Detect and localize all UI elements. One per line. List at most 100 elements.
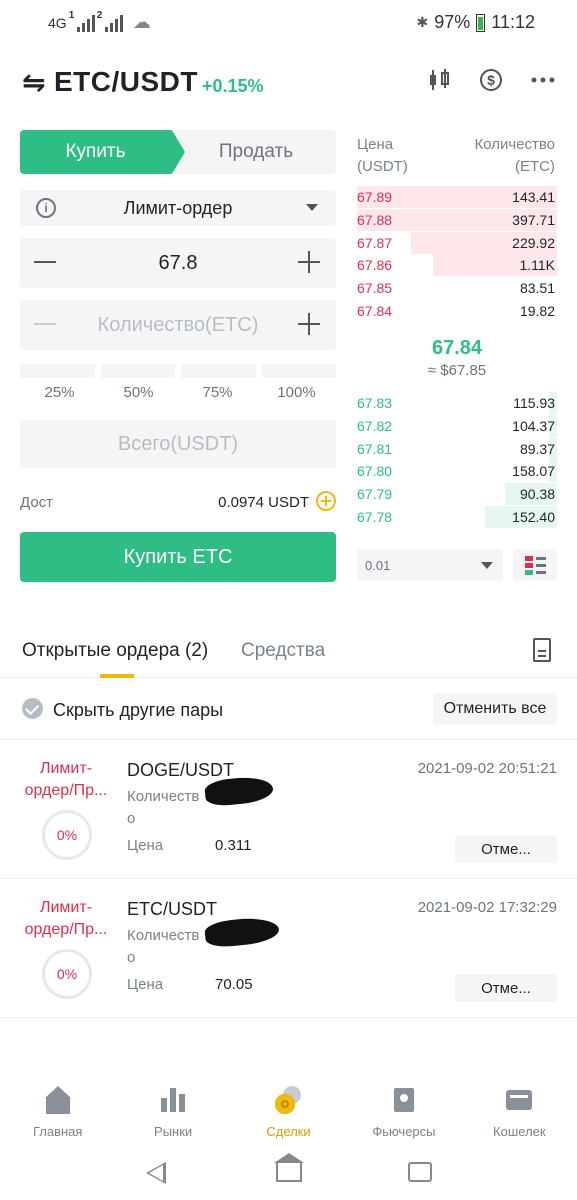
order-type: Лимит-ордер/Пр...: [24, 899, 108, 938]
status-bar: 4G 1 2 ☁ ✱ 97% 11:12: [0, 0, 577, 48]
bid-quantity: 152.40: [512, 508, 555, 525]
futures-icon: [390, 1086, 418, 1114]
list-divider: [0, 1017, 577, 1018]
ask-row[interactable]: 67.85 83.51: [357, 277, 557, 299]
price-change: +0.15%: [202, 76, 264, 96]
dollar-icon[interactable]: $: [479, 66, 503, 94]
nav-trades[interactable]: Сделки: [231, 1078, 346, 1148]
redaction-mark: [203, 915, 281, 949]
percent-50[interactable]: 50%: [99, 384, 178, 401]
order-history-icon[interactable]: [533, 638, 551, 662]
percent-slider[interactable]: [20, 364, 336, 378]
percent-100[interactable]: 100%: [257, 384, 336, 401]
candlestick-icon[interactable]: [427, 66, 451, 94]
buy-etc-button[interactable]: Купить ETC: [20, 532, 336, 582]
price-input[interactable]: 67.8: [20, 252, 336, 275]
order-price-label: Цена: [127, 976, 164, 993]
percent-segment[interactable]: [181, 364, 256, 378]
ask-row[interactable]: 67.84 19.82: [357, 300, 557, 322]
ask-price: 67.88: [357, 211, 393, 228]
precision-value: 0.01: [365, 558, 391, 573]
order-qty-label: Количество: [127, 927, 200, 966]
bid-row[interactable]: 67.83 115.93: [357, 392, 557, 414]
ask-price: 67.89: [357, 189, 393, 205]
ask-price: 67.84: [357, 302, 393, 319]
cancel-all-button[interactable]: Отменить все: [433, 693, 557, 725]
tab-sell[interactable]: Продать: [176, 130, 336, 174]
tab-open-orders[interactable]: Открытые ордера (2): [22, 640, 208, 662]
percent-segment[interactable]: [261, 364, 336, 378]
bid-price: 67.79: [357, 486, 393, 502]
bid-row[interactable]: 67.78 152.40: [357, 505, 557, 528]
available-balance: 0.0974 USDT: [218, 494, 309, 511]
order-symbol: DOGE/USDT: [127, 760, 235, 780]
bid-row[interactable]: 67.79 90.38: [357, 483, 557, 505]
order-type-select[interactable]: i Лимит-ордер: [20, 190, 336, 226]
bid-row[interactable]: 67.80 158.07: [357, 460, 557, 483]
wallet-icon: [505, 1086, 533, 1114]
last-price[interactable]: 67.84: [357, 337, 557, 360]
nav-home[interactable]: Главная: [0, 1078, 115, 1148]
hide-other-pairs-checkbox[interactable]: [22, 698, 43, 719]
battery-percent: 97%: [434, 12, 471, 32]
cancel-order-button[interactable]: Отме...: [455, 835, 557, 863]
add-funds-icon[interactable]: [316, 491, 336, 511]
price-increment-button[interactable]: [298, 250, 322, 274]
bid-price: 67.78: [357, 508, 393, 525]
ask-price: 67.87: [357, 234, 393, 251]
pair-title[interactable]: ETC/USDT: [54, 66, 198, 98]
total-field[interactable]: Всего(USDT): [20, 420, 336, 468]
hide-other-pairs-label[interactable]: Скрыть другие пары: [53, 700, 223, 721]
bid-quantity: 90.38: [519, 486, 555, 502]
bid-quantity: 89.37: [519, 440, 555, 457]
home-button-icon[interactable]: [274, 1153, 304, 1182]
ask-row[interactable]: 67.88 397.71: [357, 208, 557, 231]
order-qty-label: Количество: [127, 788, 200, 827]
bid-row[interactable]: 67.81 89.37: [357, 437, 557, 460]
status-right: ✱ 97% 11:12: [417, 12, 535, 33]
header-actions: $: [427, 66, 555, 94]
trade-header: ⇋ ETC/USDT +0.15% $: [0, 52, 577, 116]
order-item: Лимит-ордер/Пр... 0% ETC/USDT 2021-09-02…: [0, 878, 577, 1017]
ask-row[interactable]: 67.87 229.92: [357, 231, 557, 254]
orderbook-bids: 67.83 115.93 67.82 104.37 67.81 89.37 67.80 158…: [357, 392, 557, 529]
precision-select[interactable]: 0.01: [357, 549, 503, 581]
chevron-down-icon: [481, 562, 493, 569]
percent-25[interactable]: 25%: [20, 384, 99, 401]
orderbook-view-icon[interactable]: [513, 549, 557, 581]
percent-segment[interactable]: [100, 364, 175, 378]
orderbook-qty-header: Количество (ETC): [474, 136, 555, 175]
order-item: Лимит-ордер/Пр... 0% DOGE/USDT 2021-09-0…: [0, 739, 577, 878]
cancel-order-button[interactable]: Отме...: [455, 974, 557, 1002]
tab-buy[interactable]: Купить: [20, 130, 185, 174]
nav-futures[interactable]: Фьючерсы: [346, 1078, 461, 1148]
percent-75[interactable]: 75%: [178, 384, 257, 401]
tab-funds[interactable]: Средства: [241, 640, 325, 662]
order-price: 70.05: [215, 976, 253, 993]
bid-quantity: 115.93: [513, 395, 555, 411]
nav-markets[interactable]: Рынки: [115, 1078, 230, 1148]
fill-progress-ring: 0%: [42, 949, 92, 999]
ask-price: 67.86: [357, 257, 393, 274]
markets-icon: [159, 1086, 187, 1114]
bid-row[interactable]: 67.82 104.37: [357, 414, 557, 437]
status-left: 4G 1 2 ☁: [48, 10, 151, 33]
back-icon[interactable]: [146, 1162, 166, 1184]
orderbook-asks: 67.89 143.41 67.88 397.71 67.87 229.92 67.86 1.…: [357, 186, 557, 323]
swap-icon[interactable]: ⇋: [22, 66, 45, 99]
bottom-nav: Главная Рынки Сделки Фьючерсы Кошелек: [0, 1078, 577, 1148]
nav-wallet[interactable]: Кошелек: [462, 1078, 577, 1148]
percent-segment[interactable]: [20, 364, 95, 378]
battery-icon: [476, 13, 486, 32]
total-input[interactable]: Всего(USDT): [20, 433, 336, 456]
ask-row[interactable]: 67.86 1.11K: [357, 254, 557, 277]
quantity-input[interactable]: Количество(ETC): [20, 314, 336, 337]
sim2-signal-icon: 2: [97, 10, 123, 32]
ask-row[interactable]: 67.89 143.41: [357, 186, 557, 208]
sim1-signal-icon: 1: [69, 10, 95, 32]
more-icon[interactable]: [531, 66, 555, 94]
quantity-increment-button[interactable]: [298, 312, 322, 336]
order-date: 2021-09-02 20:51:21: [417, 760, 557, 777]
order-type: Лимит-ордер/Пр...: [24, 760, 108, 799]
recent-apps-icon[interactable]: [408, 1162, 432, 1182]
